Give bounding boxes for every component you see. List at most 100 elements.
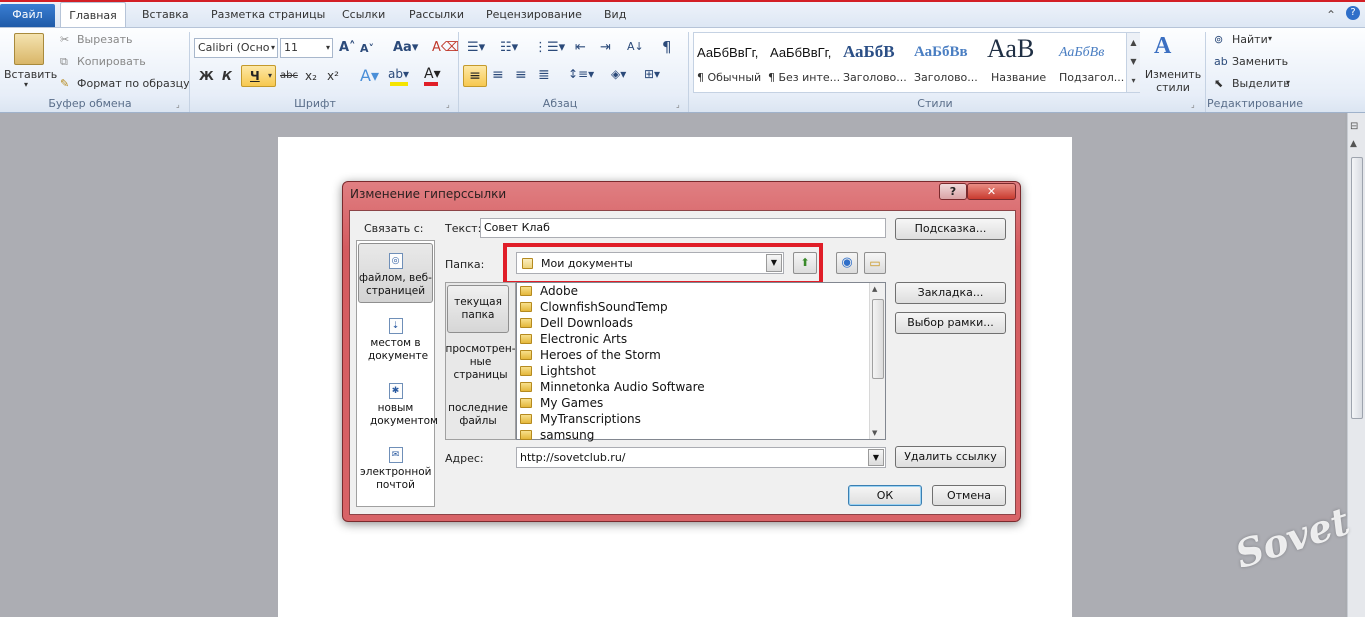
file-list-item[interactable]: My Games (520, 395, 603, 411)
change-styles-button[interactable]: Изменить стили (1144, 68, 1202, 94)
sidebar-item-email[interactable]: ✉ электронной почтой (356, 447, 435, 492)
dialog-launcher-icon[interactable]: ⌟ (176, 100, 180, 109)
chevron-down-icon[interactable]: ▾ (24, 80, 28, 89)
file-list-item[interactable]: Lightshot (520, 363, 596, 379)
font-color-icon[interactable]: A▾ (424, 66, 441, 82)
replace-button[interactable]: Заменить (1232, 55, 1288, 68)
numbering-icon[interactable]: ☷▾ (500, 40, 518, 55)
styles-gallery-scroll[interactable]: ▲ ▼ ▾ (1126, 33, 1140, 92)
copy-button[interactable]: Копировать (77, 55, 146, 68)
chevron-down-icon[interactable]: ▾ (1268, 34, 1272, 43)
highlight-icon[interactable]: ab▾ (388, 67, 409, 81)
target-frame-button[interactable]: Выбор рамки... (895, 312, 1006, 334)
decrease-indent-icon[interactable]: ⇤ (575, 40, 586, 55)
tab-file[interactable]: Файл (0, 4, 55, 27)
sidebar-item-new-document[interactable]: ✱ новым документом (356, 383, 438, 428)
subscript-button[interactable]: x₂ (305, 69, 317, 83)
align-left-icon[interactable]: ≡ (463, 65, 487, 87)
browse-browsed-pages[interactable]: просмотрен-ные страницы (445, 343, 516, 382)
tab-review[interactable]: Рецензирование (486, 4, 582, 28)
help-icon[interactable]: ? (1346, 6, 1360, 20)
bullets-icon[interactable]: ☰▾ (467, 40, 485, 55)
close-icon[interactable]: ✕ (967, 183, 1016, 200)
align-center-icon[interactable]: ≡ (492, 67, 504, 83)
underline-button[interactable]: Ч ▾ (241, 65, 276, 87)
file-list-item[interactable]: Electronic Arts (520, 331, 627, 347)
text-effects-icon[interactable]: A▾ (360, 66, 379, 85)
superscript-button[interactable]: x² (327, 69, 339, 83)
tab-insert[interactable]: Вставка (142, 4, 189, 28)
align-right-icon[interactable]: ≡ (515, 67, 527, 83)
tab-mailings[interactable]: Рассылки (409, 4, 464, 28)
bold-button[interactable]: Ж (199, 69, 214, 83)
file-list-item[interactable]: samsung (520, 427, 594, 443)
tab-home[interactable]: Главная (60, 2, 126, 29)
paste-button[interactable]: Вставить (4, 68, 57, 81)
style-sample[interactable]: АаБбВ (843, 42, 895, 62)
style-sample[interactable]: АаБбВвГг, (770, 45, 831, 60)
browse-recent-files[interactable]: последние файлы (445, 402, 511, 428)
increase-indent-icon[interactable]: ⇥ (600, 40, 611, 55)
scroll-down-icon[interactable]: ▼ (872, 429, 877, 437)
file-list-item[interactable]: MyTranscriptions (520, 411, 641, 427)
style-sample[interactable]: АаБбВвГг, (697, 45, 758, 60)
file-list-item[interactable]: Dell Downloads (520, 315, 633, 331)
format-painter-button[interactable]: Формат по образцу (77, 77, 190, 90)
file-list-item[interactable]: Minnetonka Audio Software (520, 379, 705, 395)
tab-page-layout[interactable]: Разметка страницы (211, 4, 325, 28)
file-list-item[interactable]: ClownfishSoundTemp (520, 299, 668, 315)
shrink-font-icon[interactable]: A˅ (360, 42, 374, 55)
shading-icon[interactable]: ◈▾ (611, 67, 626, 81)
change-case-icon[interactable]: Aa▾ (393, 40, 418, 55)
folder-icon (520, 366, 532, 376)
cancel-button[interactable]: Отмена (932, 485, 1006, 506)
browse-file-icon[interactable]: ▭ (864, 252, 886, 274)
cut-button[interactable]: Вырезать (77, 33, 132, 46)
ok-button[interactable]: ОК (848, 485, 922, 506)
sidebar-item-place-in-document[interactable]: ⇣ местом в документе (356, 318, 435, 363)
chevron-down-icon: ▾ (267, 71, 272, 80)
tab-references[interactable]: Ссылки (342, 4, 385, 28)
help-button[interactable]: ? (939, 183, 967, 200)
select-button[interactable]: Выделить (1232, 77, 1290, 90)
scrollbar-thumb[interactable] (872, 299, 884, 379)
browse-web-icon[interactable]: ◉ (836, 252, 858, 274)
italic-button[interactable]: К (222, 69, 232, 83)
browse-current-folder[interactable]: текущая папка (445, 296, 511, 322)
justify-icon[interactable]: ≣ (538, 67, 550, 83)
group-label-styles: Стили (917, 97, 953, 110)
grow-font-icon[interactable]: A˄ (339, 40, 356, 55)
tab-view[interactable]: Вид (604, 4, 626, 28)
file-list-item[interactable]: Adobe (520, 283, 578, 299)
find-button[interactable]: Найти (1232, 33, 1268, 46)
file-list-item[interactable]: Heroes of the Storm (520, 347, 661, 363)
chevron-up-icon[interactable]: ⌃ (1326, 8, 1336, 22)
ruler-toggle-icon[interactable]: ⊟ (1350, 121, 1358, 132)
style-sample[interactable]: АаБбВв (914, 44, 968, 61)
sidebar-item-file-webpage[interactable]: ◎ файлом, веб-страницей (356, 253, 435, 298)
font-size-select[interactable]: 11 ▾ (280, 38, 333, 58)
pilcrow-icon[interactable]: ¶ (662, 38, 672, 56)
dialog-launcher-icon[interactable]: ⌟ (676, 100, 680, 109)
screentip-button[interactable]: Подсказка... (895, 218, 1006, 240)
chevron-down-icon[interactable]: ▾ (1286, 78, 1290, 87)
scroll-up-icon[interactable]: ▲ (872, 285, 877, 293)
dialog-launcher-icon[interactable]: ⌟ (446, 100, 450, 109)
file-list-scrollbar[interactable]: ▲ ▼ (869, 283, 885, 439)
remove-link-button[interactable]: Удалить ссылку (895, 446, 1006, 468)
sort-icon[interactable]: A↓ (627, 40, 644, 53)
dialog-launcher-icon[interactable]: ⌟ (1191, 100, 1195, 109)
address-field[interactable]: http://sovetclub.ru/ ▼ (516, 447, 886, 468)
scrollbar-thumb[interactable] (1351, 157, 1363, 419)
borders-icon[interactable]: ⊞▾ (644, 67, 660, 81)
bookmark-button[interactable]: Закладка... (895, 282, 1006, 304)
scroll-up-icon[interactable]: ▲ (1350, 139, 1357, 149)
style-sample[interactable]: АаВ (987, 34, 1034, 64)
multilevel-list-icon[interactable]: ⋮☰▾ (534, 40, 565, 55)
line-spacing-icon[interactable]: ↕≡▾ (568, 67, 594, 81)
style-sample[interactable]: АаБбВв (1059, 45, 1104, 61)
clear-formatting-icon[interactable]: A⌫ (432, 40, 459, 55)
strikethrough-button[interactable]: abc (280, 70, 298, 81)
font-name-select[interactable]: Calibri (Осно ▾ (194, 38, 278, 58)
text-field[interactable]: Совет Клаб (480, 218, 886, 238)
